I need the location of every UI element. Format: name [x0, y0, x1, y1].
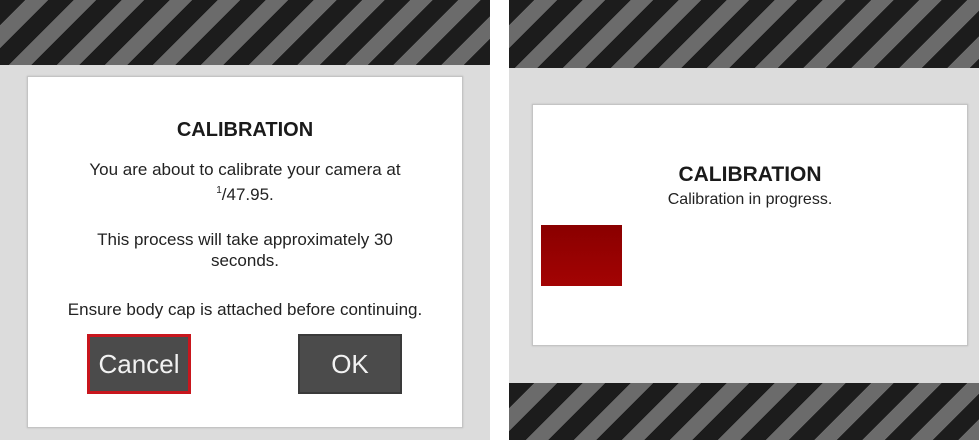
dialog-title: CALIBRATION [176, 119, 314, 141]
calibrate-message-text: You are about to calibrate your camera a… [89, 160, 401, 179]
progress-title: CALIBRATION [678, 163, 822, 186]
progress-dialog: CALIBRATION Calibration in progress. [532, 104, 968, 346]
progress-screen: CALIBRATION Calibration in progress. [509, 0, 979, 440]
shutter-denominator: 47.95. [226, 185, 274, 204]
progress-bar-fill [541, 225, 622, 286]
hazard-stripe-top-right [509, 0, 979, 68]
body-cap-message: Ensure body cap is attached before conti… [67, 300, 423, 319]
ok-button[interactable]: OK [298, 334, 402, 394]
cancel-button[interactable]: Cancel [87, 334, 191, 394]
calibrate-message: You are about to calibrate your camera a… [89, 160, 401, 204]
confirm-dialog: CALIBRATION You are about to calibrate y… [27, 76, 463, 428]
progress-subtitle: Calibration in progress. [667, 191, 833, 208]
confirm-screen: CALIBRATION You are about to calibrate y… [0, 0, 490, 440]
duration-message: This process will take approximately 30 … [97, 230, 393, 270]
hazard-stripe-top [0, 0, 490, 65]
hazard-stripe-bottom [509, 383, 979, 440]
progress-bar [541, 225, 965, 286]
shutter-numerator: 1 [216, 185, 222, 196]
